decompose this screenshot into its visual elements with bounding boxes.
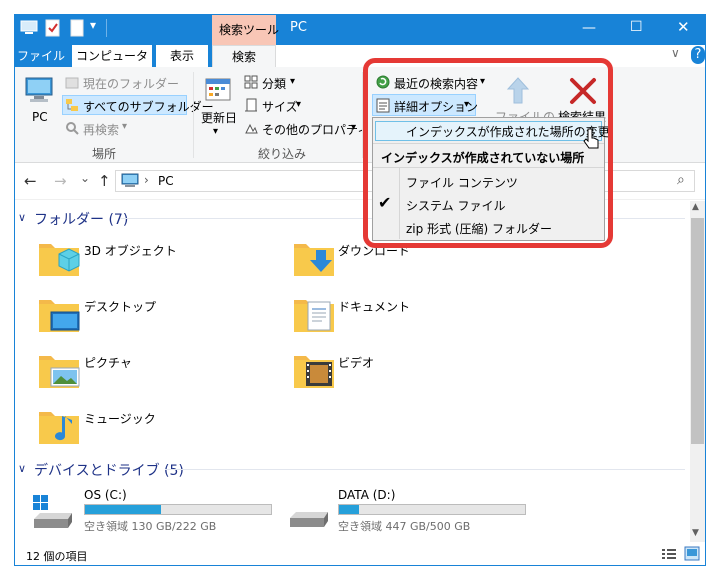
breadcrumb-separator[interactable]: ›	[144, 173, 149, 187]
drive-name[interactable]: OS (C:)	[84, 488, 127, 502]
details-view-icon[interactable]	[661, 548, 677, 561]
status-bar	[15, 544, 705, 565]
item-count: 12 個の項目	[26, 550, 88, 563]
drive-usage-fill	[339, 505, 359, 514]
title-separator	[106, 19, 107, 37]
ribbon-separator	[193, 72, 194, 158]
scroll-up-arrow-icon[interactable]: ▲	[692, 202, 699, 212]
large-icons-view-icon[interactable]	[684, 546, 700, 561]
os-drive-icon[interactable]	[30, 493, 78, 533]
folder-label[interactable]: 3D オブジェクト	[84, 242, 177, 259]
size-icon	[245, 98, 257, 112]
drive-usage-fill	[85, 505, 162, 514]
collapse-ribbon-button[interactable]: ∨	[671, 46, 680, 60]
tab-computer[interactable]: コンピューター	[72, 45, 152, 85]
drives-collapse-icon[interactable]: ∨	[18, 462, 26, 475]
new-folder-icon[interactable]	[70, 19, 84, 37]
kind-button[interactable]: 分類	[262, 75, 286, 92]
tab-search[interactable]: 検索	[212, 45, 276, 67]
help-button[interactable]: ?	[691, 46, 705, 64]
scroll-down-arrow-icon[interactable]: ▼	[692, 528, 699, 538]
drive-name[interactable]: DATA (D:)	[338, 488, 395, 502]
refine-group-label: 絞り込み	[258, 147, 307, 161]
folder-label[interactable]: デスクトップ	[84, 298, 156, 315]
downloads-folder-icon[interactable]	[292, 236, 336, 280]
pc-icon	[25, 77, 53, 102]
kind-icon	[244, 75, 258, 89]
minimize-button[interactable]: —	[582, 20, 596, 36]
music-folder-icon[interactable]	[37, 404, 81, 448]
recent-locations-dropdown[interactable]: ⌄	[80, 171, 90, 185]
videos-folder-icon[interactable]	[292, 348, 336, 392]
size-dropdown-icon: ▾	[296, 99, 302, 110]
pictures-folder-icon[interactable]	[37, 348, 81, 392]
search-again-dropdown-icon: ▾	[122, 121, 128, 132]
properties-icon[interactable]	[45, 19, 61, 37]
data-drive-icon[interactable]	[286, 498, 334, 534]
drive-free-space: 空き領域 447 GB/500 GB	[338, 520, 471, 533]
search-tools-label: 検索ツール	[219, 23, 280, 37]
search-icon[interactable]: ⌕	[677, 172, 685, 188]
forward-button[interactable]: →	[54, 172, 67, 190]
title-bar	[15, 15, 705, 45]
other-properties-icon	[245, 123, 258, 134]
pc-small-icon	[121, 173, 139, 187]
computer-icon[interactable]	[20, 20, 38, 36]
other-properties-dropdown-icon: ▾	[351, 122, 357, 133]
documents-folder-icon[interactable]	[292, 292, 336, 336]
highlight-frame	[363, 58, 613, 248]
folders-group-header[interactable]: フォルダー (7)	[34, 209, 128, 229]
up-button[interactable]: ↑	[98, 172, 111, 190]
drive-usage-bar	[84, 504, 272, 515]
folders-collapse-icon[interactable]: ∨	[18, 211, 26, 224]
folder-label[interactable]: ビデオ	[338, 354, 374, 371]
search-again-icon	[66, 122, 79, 135]
group-divider	[165, 469, 685, 470]
desktop-folder-icon[interactable]	[37, 292, 81, 336]
date-modified-dropdown-icon: ▾	[213, 126, 219, 137]
search-again-button[interactable]: 再検索	[83, 121, 119, 138]
back-button[interactable]: ←	[24, 172, 37, 190]
kind-dropdown-icon: ▾	[290, 76, 296, 87]
size-button[interactable]: サイズ	[262, 98, 298, 115]
window-title: PC	[290, 20, 307, 35]
maximize-button[interactable]: ☐	[630, 19, 643, 35]
folder-label[interactable]: ピクチャ	[84, 354, 132, 371]
all-subfolders-button[interactable]: すべてのサブフォルダー	[83, 98, 214, 115]
pc-button-label[interactable]: PC	[32, 110, 48, 124]
folder-label[interactable]: ドキュメント	[338, 298, 410, 315]
folder-label[interactable]: ミュージック	[84, 410, 156, 427]
drive-usage-bar	[338, 504, 526, 515]
scrollbar-thumb[interactable]	[691, 218, 704, 444]
location-group-label: 場所	[92, 147, 117, 161]
current-folder-button[interactable]: 現在のフォルダー	[83, 75, 179, 92]
tab-view[interactable]: 表示	[156, 45, 208, 67]
close-button[interactable]: ✕	[677, 18, 690, 36]
subfolders-icon	[66, 99, 78, 111]
current-folder-icon	[65, 77, 79, 89]
tab-file-label[interactable]: ファイル	[15, 45, 67, 67]
date-modified-button[interactable]: 更新日	[201, 109, 237, 126]
drives-group-header[interactable]: デバイスとドライブ (5)	[34, 460, 184, 480]
drive-free-space: 空き領域 130 GB/222 GB	[84, 520, 217, 533]
calendar-icon	[205, 78, 231, 101]
3d-objects-folder-icon[interactable]	[37, 236, 81, 280]
breadcrumb-pc[interactable]: PC	[158, 174, 174, 188]
quick-access-dropdown[interactable]: ▾	[90, 18, 96, 32]
